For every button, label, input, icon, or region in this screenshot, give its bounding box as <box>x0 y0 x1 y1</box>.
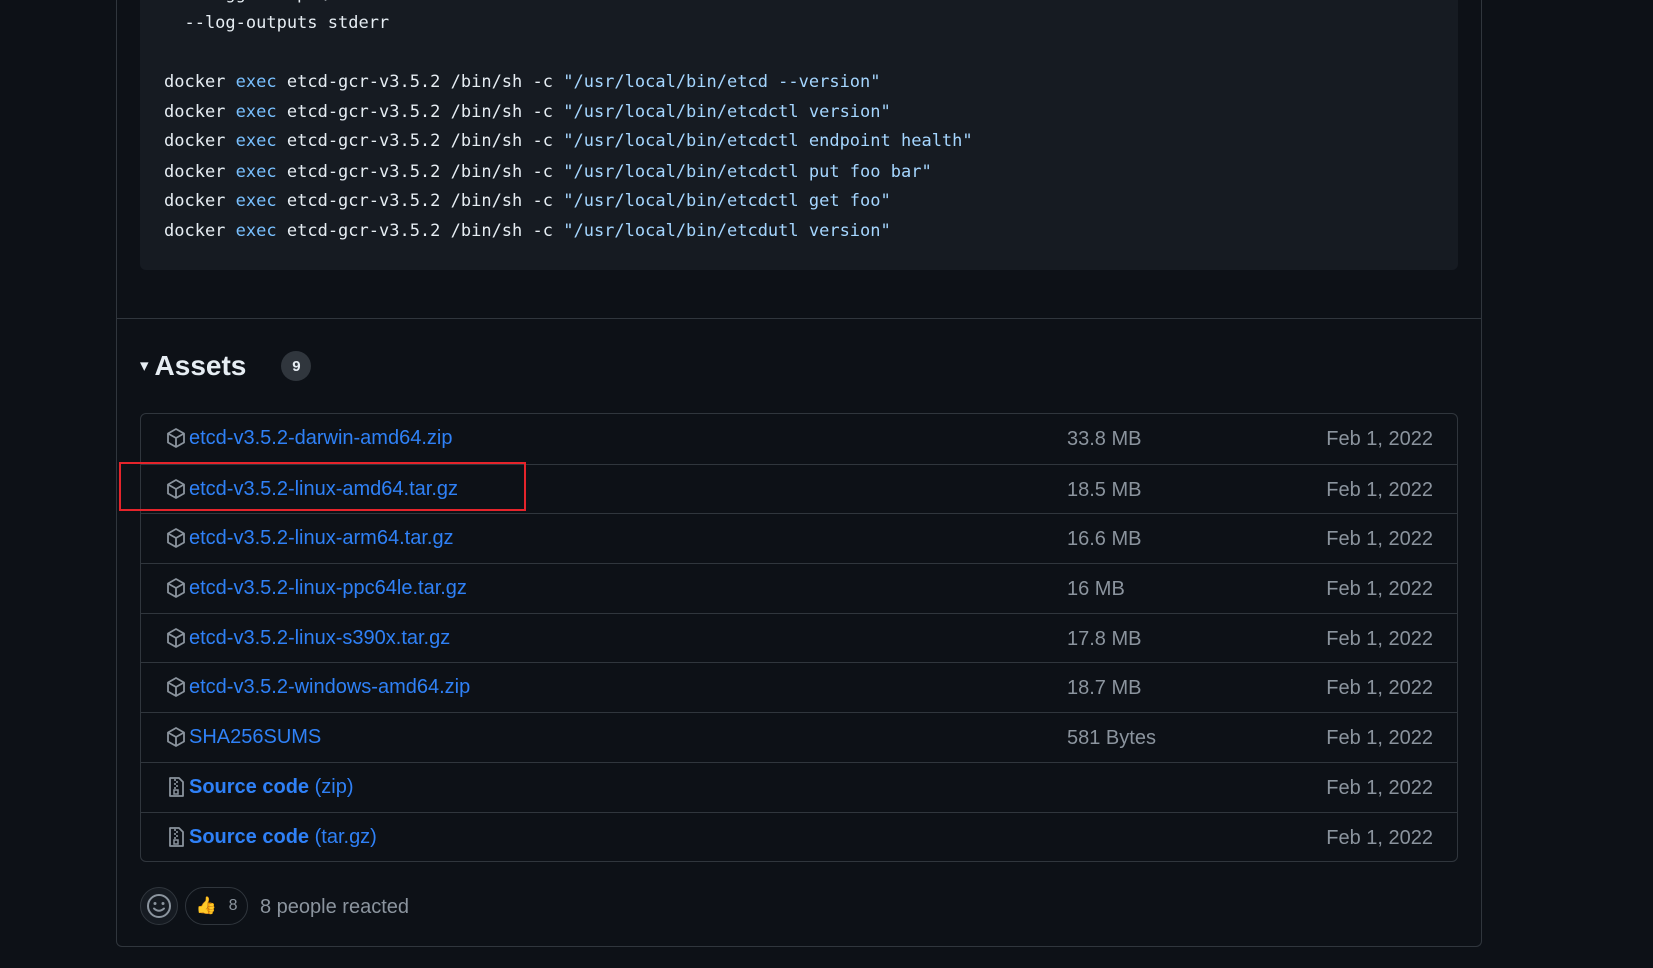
code-string: "/usr/local/bin/etcdctl put foo bar" <box>563 162 932 182</box>
code-text: --log-outputs stderr <box>164 13 390 33</box>
code-string: "/usr/local/bin/etcd --version" <box>563 72 881 92</box>
asset-size: 16.6 MB <box>1067 528 1142 551</box>
package-icon <box>166 726 186 748</box>
asset-date: Feb 1, 2022 <box>1326 826 1433 849</box>
smiley-icon <box>147 894 171 918</box>
asset-date: Feb 1, 2022 <box>1326 428 1433 450</box>
code-keyword: exec <box>235 221 277 241</box>
code-command: docker <box>164 102 226 122</box>
asset-date: Feb 1, 2022 <box>1326 528 1433 551</box>
code-args: etcd-gcr-v3.5.2 /bin/sh -c <box>286 72 553 92</box>
asset-name: Source code <box>189 775 310 798</box>
asset-row: etcd-v3.5.2-linux-s390x.tar.gz 17.8 MB F… <box>141 612 1457 663</box>
code-string: "/usr/local/bin/etcdctl version" <box>563 102 891 122</box>
asset-size: 33.8 MB <box>1067 428 1142 450</box>
asset-date: Feb 1, 2022 <box>1326 677 1433 700</box>
code-line: docker exec etcd-gcr-v3.5.2 /bin/sh -c "… <box>164 162 932 182</box>
asset-link[interactable]: Source code (zip) <box>189 776 354 799</box>
asset-format: (tar.gz) <box>314 825 377 848</box>
asset-date: Feb 1, 2022 <box>1326 776 1433 799</box>
code-command: docker <box>164 162 226 182</box>
code-keyword: exec <box>235 72 277 92</box>
asset-name: etcd-v3.5.2-linux-arm64.tar.gz <box>189 527 454 550</box>
assets-title: Assets <box>154 350 247 381</box>
asset-name: etcd-v3.5.2-windows-amd64.zip <box>189 676 471 699</box>
package-icon <box>166 627 186 649</box>
asset-row: Source code (tar.gz) Feb 1, 2022 <box>141 811 1457 862</box>
code-line: docker exec etcd-gcr-v3.5.2 /bin/sh -c "… <box>164 102 891 122</box>
asset-link[interactable]: etcd-v3.5.2-windows-amd64.zip <box>189 676 470 699</box>
highlight-box <box>119 462 526 511</box>
asset-date: Feb 1, 2022 <box>1326 727 1433 750</box>
asset-link[interactable]: SHA256SUMS <box>189 726 321 749</box>
code-line: --log-outputs stderr <box>164 13 389 33</box>
thumbs-up-reaction-button[interactable]: 👍 8 <box>185 887 248 925</box>
file-zip-icon <box>166 826 186 848</box>
code-string: "/usr/local/bin/etcdctl get foo" <box>563 191 891 211</box>
code-args: etcd-gcr-v3.5.2 /bin/sh -c <box>286 102 553 122</box>
code-args: etcd-gcr-v3.5.2 /bin/sh -c <box>286 162 553 182</box>
assets-count-badge: 9 <box>281 351 312 381</box>
divider <box>116 318 1482 319</box>
caret-down-icon[interactable]: ▾ <box>140 356 149 376</box>
package-icon <box>166 427 186 449</box>
code-line: docker exec etcd-gcr-v3.5.2 /bin/sh -c "… <box>164 72 881 92</box>
code-args: etcd-gcr-v3.5.2 /bin/sh -c <box>286 221 553 241</box>
code-text: --logger zap \ <box>164 0 327 4</box>
add-reaction-button[interactable] <box>140 887 178 925</box>
asset-link[interactable]: etcd-v3.5.2-linux-arm64.tar.gz <box>189 527 454 550</box>
asset-link[interactable]: Source code (tar.gz) <box>189 826 377 849</box>
asset-size: 581 Bytes <box>1067 727 1156 750</box>
code-block: --logger zap \ --log-outputs stderr docke… <box>140 0 1458 270</box>
asset-name: etcd-v3.5.2-darwin-amd64.zip <box>189 427 453 449</box>
asset-row: etcd-v3.5.2-darwin-amd64.zip 33.8 MB Feb… <box>141 414 1457 464</box>
asset-name: SHA256SUMS <box>189 726 322 749</box>
code-string: "/usr/local/bin/etcdctl endpoint health" <box>563 131 973 151</box>
code-args: etcd-gcr-v3.5.2 /bin/sh -c <box>286 191 553 211</box>
thumbs-up-count: 8 <box>228 897 238 914</box>
asset-link[interactable]: etcd-v3.5.2-linux-s390x.tar.gz <box>189 627 450 650</box>
code-line: docker exec etcd-gcr-v3.5.2 /bin/sh -c "… <box>164 221 891 241</box>
package-icon <box>166 527 186 549</box>
asset-row: SHA256SUMS 581 Bytes Feb 1, 2022 <box>141 712 1457 762</box>
asset-size: 16 MB <box>1067 578 1125 601</box>
asset-date: Feb 1, 2022 <box>1326 578 1433 601</box>
code-command: docker <box>164 191 226 211</box>
asset-size: 18.5 MB <box>1067 478 1142 501</box>
asset-name: Source code <box>189 825 310 848</box>
package-icon <box>166 676 186 698</box>
code-line: --logger zap \ <box>164 0 327 4</box>
code-command: docker <box>164 72 226 92</box>
asset-name: etcd-v3.5.2-linux-ppc64le.tar.gz <box>189 577 467 600</box>
code-command: docker <box>164 131 226 151</box>
thumbs-up-icon: 👍 <box>195 896 217 915</box>
reaction-summary: 8 people reacted <box>260 896 410 918</box>
asset-size: 18.7 MB <box>1067 677 1142 700</box>
code-keyword: exec <box>235 102 277 122</box>
assets-header[interactable]: ▾ Assets 9 <box>140 350 312 382</box>
asset-row: etcd-v3.5.2-windows-amd64.zip 18.7 MB Fe… <box>141 662 1457 712</box>
code-string: "/usr/local/bin/etcdutl version" <box>563 221 891 241</box>
asset-date: Feb 1, 2022 <box>1326 627 1433 650</box>
code-line: docker exec etcd-gcr-v3.5.2 /bin/sh -c "… <box>164 131 973 151</box>
package-icon <box>166 577 186 599</box>
code-command: docker <box>164 221 226 241</box>
asset-size: 17.8 MB <box>1067 627 1142 650</box>
code-keyword: exec <box>235 191 277 211</box>
asset-row: Source code (zip) Feb 1, 2022 <box>141 761 1457 812</box>
asset-link[interactable]: etcd-v3.5.2-darwin-amd64.zip <box>189 427 452 450</box>
code-keyword: exec <box>235 162 277 182</box>
asset-row: etcd-v3.5.2-linux-ppc64le.tar.gz 16 MB F… <box>141 563 1457 613</box>
asset-row: etcd-v3.5.2-linux-arm64.tar.gz 16.6 MB F… <box>141 513 1457 563</box>
asset-name: etcd-v3.5.2-linux-s390x.tar.gz <box>189 626 451 649</box>
code-keyword: exec <box>235 131 277 151</box>
code-line: docker exec etcd-gcr-v3.5.2 /bin/sh -c "… <box>164 191 891 211</box>
asset-date: Feb 1, 2022 <box>1326 478 1433 501</box>
asset-format: (zip) <box>314 775 354 798</box>
asset-link[interactable]: etcd-v3.5.2-linux-ppc64le.tar.gz <box>189 577 467 600</box>
code-args: etcd-gcr-v3.5.2 /bin/sh -c <box>286 131 553 151</box>
file-zip-icon <box>166 776 186 798</box>
